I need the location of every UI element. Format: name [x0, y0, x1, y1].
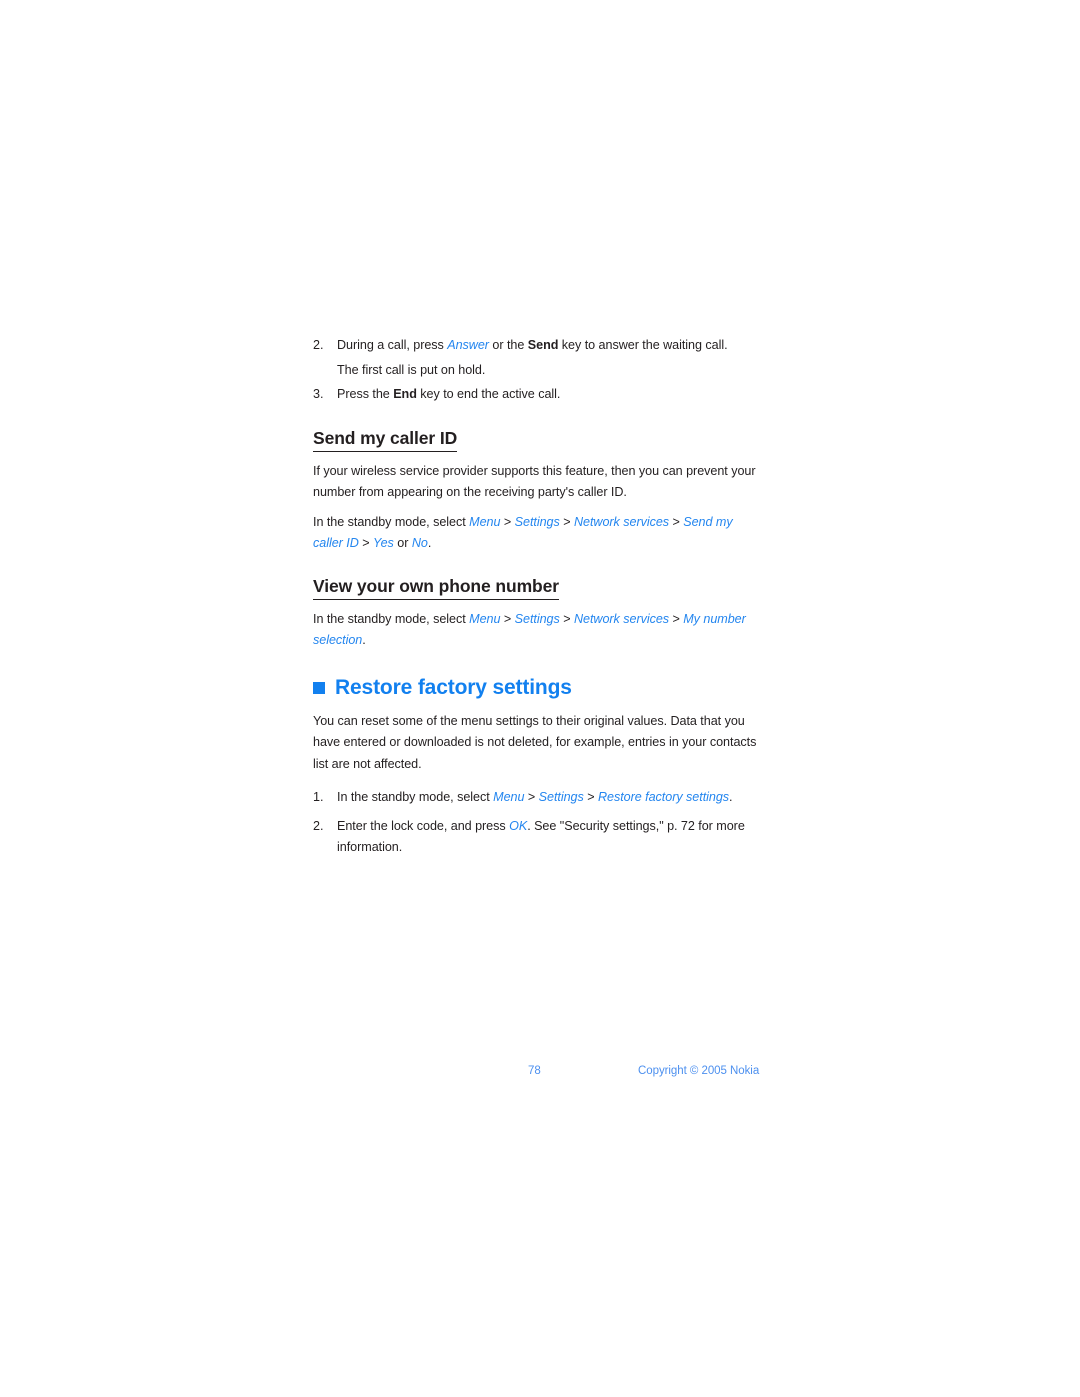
step-text-post: . — [729, 790, 733, 804]
step-text-mid: or the — [488, 338, 528, 352]
path-separator: > — [669, 514, 684, 529]
list-item-number: 2. — [313, 818, 324, 833]
menu-link-restore-factory-settings: Restore factory settings — [597, 790, 730, 804]
menu-link-network-services: Network services — [573, 514, 670, 529]
section-heading: Send my caller ID — [313, 428, 457, 452]
menu-link-network-services: Network services — [573, 611, 670, 626]
section-send-caller-id-header: Send my caller ID — [313, 428, 759, 452]
list-item-text: Press the End key to end the active call… — [337, 387, 560, 401]
list-item-number: 3. — [313, 387, 324, 401]
page-content: 2. During a call, press Answer or the Se… — [313, 333, 759, 866]
path-or: or — [393, 536, 412, 550]
path-separator: > — [559, 514, 574, 529]
list-item: 2. Enter the lock code, and press OK. Se… — [313, 816, 759, 859]
menu-link-menu: Menu — [469, 611, 501, 626]
section-heading: View your own phone number — [313, 576, 559, 600]
list-item-text: Enter the lock code, and press OK. See "… — [337, 819, 745, 855]
menu-link-settings: Settings — [514, 611, 560, 626]
menu-link-answer: Answer — [447, 338, 489, 352]
menu-link-ok: OK — [509, 818, 528, 833]
menu-link-no: No — [411, 536, 428, 550]
path-end: . — [427, 536, 432, 550]
list-item: 3. Press the End key to end the active c… — [313, 382, 759, 407]
path-separator: > — [500, 514, 515, 529]
menu-link-menu: Menu — [493, 790, 525, 804]
list-item-subline: The first call is put on hold. — [337, 362, 486, 377]
path-intro: In the standby mode, select — [313, 611, 470, 626]
menu-path-view-own-number: In the standby mode, select Menu > Setti… — [313, 609, 759, 652]
list-item-number: 2. — [313, 338, 324, 352]
chapter-heading: Restore factory settings — [313, 676, 759, 700]
path-separator: > — [500, 611, 515, 626]
step-text-pre: In the standby mode, select — [337, 790, 494, 804]
path-intro: In the standby mode, select — [313, 514, 470, 529]
key-label-send: Send — [527, 338, 559, 352]
menu-path-send-caller-id: In the standby mode, select Menu > Setti… — [313, 512, 759, 555]
document-page: 2. During a call, press Answer or the Se… — [0, 0, 1080, 1397]
path-separator: > — [583, 790, 598, 804]
menu-link-yes: Yes — [372, 536, 394, 550]
step-text-post: key to answer the waiting call. — [558, 338, 728, 352]
menu-link-settings: Settings — [538, 790, 584, 804]
key-label-end: End — [393, 387, 417, 401]
chapter-heading-text: Restore factory settings — [335, 675, 572, 699]
path-end: . — [362, 633, 366, 647]
list-item-text: In the standby mode, select Menu > Setti… — [337, 790, 733, 804]
list-item: 1. In the standby mode, select Menu > Se… — [313, 787, 759, 809]
step-text-post: key to end the active call. — [416, 387, 561, 401]
list-item-number: 1. — [313, 790, 324, 804]
menu-link-settings: Settings — [514, 514, 560, 529]
list-item-text: During a call, press Answer or the Send … — [337, 338, 728, 352]
copyright-notice: Copyright © 2005 Nokia — [638, 1065, 760, 1077]
path-separator: > — [559, 611, 574, 626]
step-text-pre: Enter the lock code, and press — [337, 818, 510, 833]
menu-link-menu: Menu — [469, 514, 501, 529]
restore-factory-steps: 1. In the standby mode, select Menu > Se… — [313, 787, 759, 859]
path-separator: > — [524, 790, 539, 804]
step-text-pre: During a call, press — [337, 338, 448, 352]
section-paragraph: If your wireless service provider suppor… — [313, 463, 756, 500]
step-text-pre: Press the — [337, 387, 394, 401]
continued-numbered-list: 2. During a call, press Answer or the Se… — [313, 333, 759, 407]
path-separator: > — [669, 611, 684, 626]
section-view-own-number-header: View your own phone number — [313, 576, 759, 600]
list-item: 2. During a call, press Answer or the Se… — [313, 333, 759, 382]
chapter-paragraph: You can reset some of the menu settings … — [313, 713, 757, 771]
page-number: 78 — [528, 1065, 541, 1077]
path-separator: > — [358, 536, 373, 550]
chapter-restore-factory-settings-header: Restore factory settings — [313, 676, 759, 700]
blue-square-bullet-icon — [313, 681, 325, 694]
